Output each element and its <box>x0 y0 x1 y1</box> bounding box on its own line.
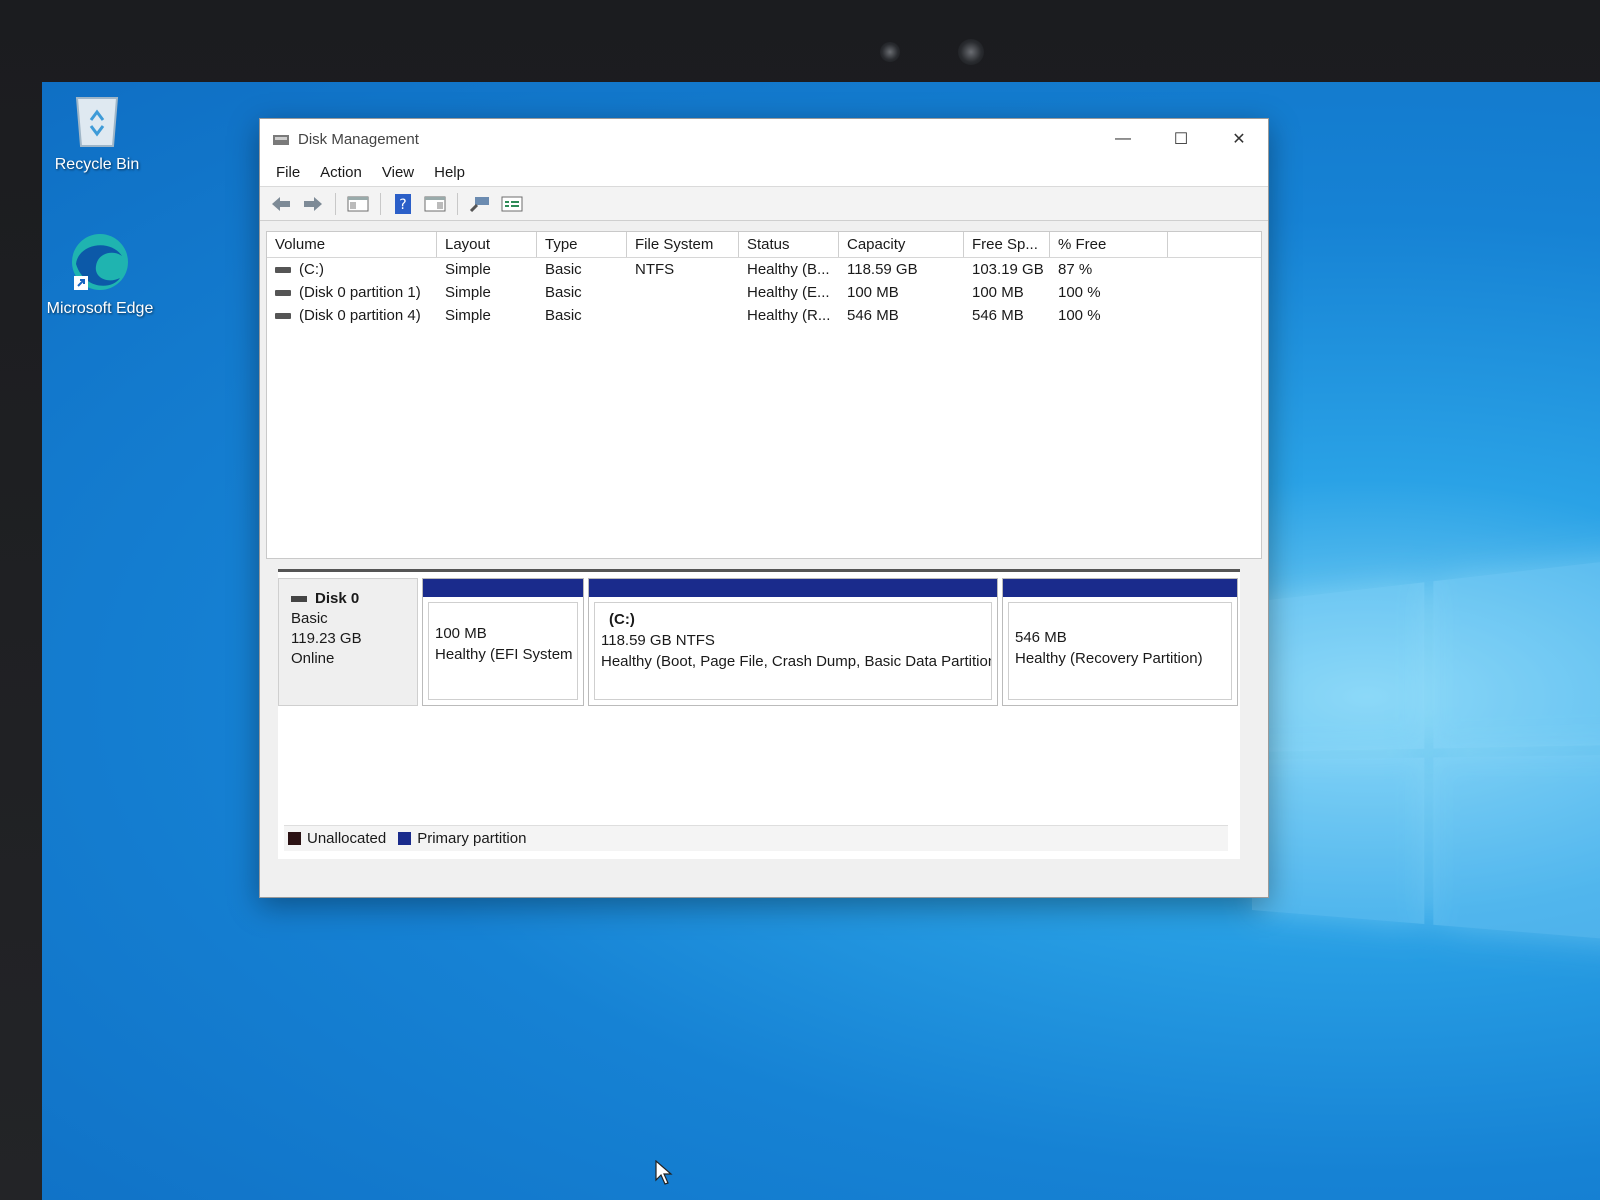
volume-layout: Simple <box>445 307 491 324</box>
column-free-space[interactable]: Free Sp... <box>964 232 1050 257</box>
partition-strip: 100 MB Healthy (EFI System P (C:) 118.59… <box>422 578 1238 706</box>
volume-list-header: Volume Layout Type File System Status Ca… <box>267 232 1261 258</box>
legend-unallocated: Unallocated <box>307 830 387 847</box>
title-bar[interactable]: Disk Management — ☐ ✕ <box>260 119 1268 159</box>
maximize-button[interactable]: ☐ <box>1152 119 1210 159</box>
volume-icon <box>275 290 291 297</box>
volume-fs: NTFS <box>635 261 675 278</box>
partition-status: Healthy (Boot, Page File, Crash Dump, Ba… <box>601 653 992 670</box>
column-layout[interactable]: Layout <box>437 232 537 257</box>
toolbar-separator <box>380 192 381 215</box>
connect-icon[interactable] <box>467 192 493 216</box>
console-tree-icon[interactable] <box>345 192 371 216</box>
partition-title: (C:) <box>609 611 635 628</box>
volume-row[interactable]: (Disk 0 partition 1) Simple Basic Health… <box>267 281 1261 304</box>
partition-status: Healthy (EFI System P <box>435 646 578 663</box>
menu-view[interactable]: View <box>372 161 424 184</box>
column-volume[interactable]: Volume <box>267 232 437 257</box>
disk-management-window: Disk Management — ☐ ✕ File Action View H… <box>259 118 1269 898</box>
partition-size: 546 MB <box>1015 629 1067 646</box>
menu-action[interactable]: Action <box>310 161 372 184</box>
legend: Unallocated Primary partition <box>284 825 1228 851</box>
partition-size: 118.59 GB NTFS <box>601 632 715 649</box>
volume-type: Basic <box>545 307 582 324</box>
volume-pct-free: 100 % <box>1058 307 1101 324</box>
volume-pct-free: 100 % <box>1058 284 1101 301</box>
menu-file[interactable]: File <box>266 161 310 184</box>
windows-logo-wallpaper <box>1252 554 1600 1009</box>
column-status[interactable]: Status <box>739 232 839 257</box>
toolbar-separator <box>335 192 336 215</box>
forward-icon[interactable] <box>300 192 326 216</box>
primary-partition-bar <box>1003 579 1237 597</box>
volume-status: Healthy (B... <box>747 261 830 278</box>
disk-management-icon <box>273 135 289 145</box>
partition-c[interactable]: (C:) 118.59 GB NTFS Healthy (Boot, Page … <box>588 578 998 706</box>
volume-status: Healthy (E... <box>747 284 830 301</box>
back-icon[interactable] <box>268 192 294 216</box>
disk-name: Disk 0 <box>315 590 360 607</box>
toolbar-separator <box>457 192 458 215</box>
column-capacity[interactable]: Capacity <box>839 232 964 257</box>
svg-text:?: ? <box>399 197 406 213</box>
disk-graphical-view: Disk 0 Basic 119.23 GB Online 100 MB Hea… <box>278 569 1240 859</box>
volume-type: Basic <box>545 284 582 301</box>
disk-state: Online <box>291 650 335 667</box>
volume-capacity: 118.59 GB <box>847 261 918 278</box>
camera-icon <box>958 39 984 65</box>
primary-swatch <box>398 832 412 845</box>
recycle-bin-icon <box>75 97 119 147</box>
close-button[interactable]: ✕ <box>1210 119 1268 159</box>
volume-layout: Simple <box>445 261 491 278</box>
column-extra <box>1168 232 1261 257</box>
volume-type: Basic <box>545 261 582 278</box>
primary-partition-bar <box>589 579 997 597</box>
volume-row[interactable]: (Disk 0 partition 4) Simple Basic Health… <box>267 304 1261 327</box>
volume-free: 103.19 GB <box>972 261 1044 278</box>
volume-free: 100 MB <box>972 284 1024 301</box>
volume-name: (Disk 0 partition 1) <box>299 284 421 301</box>
minimize-button[interactable]: — <box>1094 119 1152 159</box>
disk-icon <box>291 596 307 603</box>
details-icon[interactable] <box>422 192 448 216</box>
edge-desktop-icon[interactable]: Microsoft Edge <box>45 230 155 318</box>
volume-icon <box>275 267 291 274</box>
partition-size: 100 MB <box>435 625 487 642</box>
menu-help[interactable]: Help <box>424 161 475 184</box>
legend-primary: Primary partition <box>417 830 527 847</box>
properties-icon[interactable] <box>499 192 525 216</box>
volume-row[interactable]: (C:) Simple Basic NTFS Healthy (B... 118… <box>267 258 1261 281</box>
volume-free: 546 MB <box>972 307 1024 324</box>
recycle-bin-label: Recycle Bin <box>54 156 140 173</box>
volume-layout: Simple <box>445 284 491 301</box>
volume-pct-free: 87 % <box>1058 261 1093 278</box>
volume-capacity: 546 MB <box>847 307 899 324</box>
disk-0-label[interactable]: Disk 0 Basic 119.23 GB Online <box>278 578 418 706</box>
mouse-cursor-icon <box>655 1160 673 1185</box>
disk-type: Basic <box>291 610 328 627</box>
edge-icon <box>72 234 128 290</box>
column-file-system[interactable]: File System <box>627 232 739 257</box>
partition-status: Healthy (Recovery Partition) <box>1015 650 1203 667</box>
volume-status: Healthy (R... <box>747 307 831 324</box>
partition-recovery[interactable]: 546 MB Healthy (Recovery Partition) <box>1002 578 1238 706</box>
column-type[interactable]: Type <box>537 232 627 257</box>
partition-efi[interactable]: 100 MB Healthy (EFI System P <box>422 578 584 706</box>
window-title: Disk Management <box>298 130 419 148</box>
volume-list: Volume Layout Type File System Status Ca… <box>266 231 1262 559</box>
sensor-icon <box>880 42 900 62</box>
menu-bar: File Action View Help <box>260 159 1268 187</box>
volume-name: (C:) <box>299 261 324 278</box>
recycle-bin-desktop-icon[interactable]: Recycle Bin <box>42 90 152 174</box>
toolbar: ? <box>260 187 1268 221</box>
volume-name: (Disk 0 partition 4) <box>299 307 421 324</box>
volume-capacity: 100 MB <box>847 284 899 301</box>
edge-label: Microsoft Edge <box>46 300 154 317</box>
unallocated-swatch <box>288 832 301 845</box>
column-percent-free[interactable]: % Free <box>1050 232 1168 257</box>
primary-partition-bar <box>423 579 583 597</box>
disk-size: 119.23 GB <box>291 630 362 647</box>
volume-icon <box>275 313 291 320</box>
help-icon[interactable]: ? <box>390 192 416 216</box>
